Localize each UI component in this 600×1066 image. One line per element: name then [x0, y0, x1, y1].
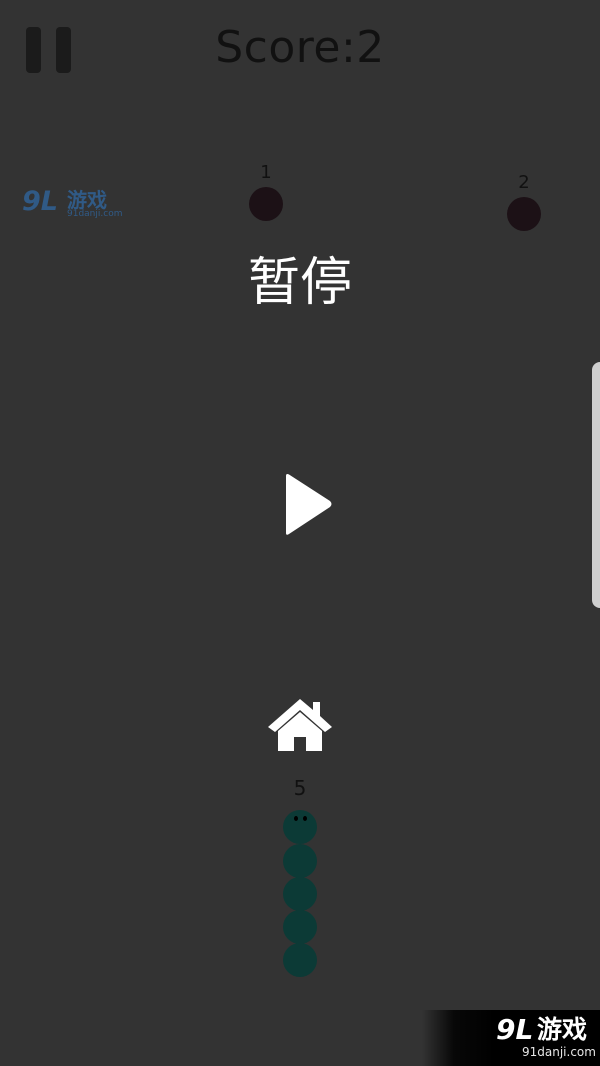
snake-head	[283, 810, 317, 844]
snake-eye-left	[294, 816, 298, 821]
paused-title: 暂停	[247, 253, 352, 313]
snake-length-label: 5	[293, 776, 307, 800]
food-value-label: 2	[518, 172, 530, 193]
food-dot	[249, 187, 283, 221]
watermark-logo-name: 游戏	[67, 188, 107, 212]
food-item: 1	[249, 163, 283, 221]
food-value-label: 1	[260, 162, 272, 183]
food-dot	[507, 197, 541, 231]
resume-button[interactable]	[278, 470, 338, 540]
watermark-logo-name: 游戏	[537, 1015, 588, 1044]
edge-panel-handle[interactable]	[592, 362, 600, 608]
watermark-logo-mark: 9L	[22, 186, 58, 217]
snake-segment	[283, 943, 317, 977]
watermark-logo-url: 91danji.com	[67, 209, 123, 219]
watermark-logo-bottom: 9L 游戏 91danji.com	[422, 1010, 600, 1066]
snake-segment	[283, 910, 317, 944]
watermark-logo-url: 91danji.com	[522, 1045, 596, 1059]
home-button[interactable]	[266, 695, 334, 755]
snake-eye-right	[303, 816, 307, 821]
food-item: 2	[507, 173, 541, 231]
score-label: Score:2	[215, 22, 385, 73]
home-icon	[268, 699, 332, 751]
watermark-logo-top: 9L 游戏 91danji.com	[22, 187, 122, 221]
play-icon	[286, 474, 332, 535]
watermark-logo-mark: 9L	[496, 1013, 534, 1046]
snake-segment	[283, 844, 317, 878]
snake-segment	[283, 877, 317, 911]
